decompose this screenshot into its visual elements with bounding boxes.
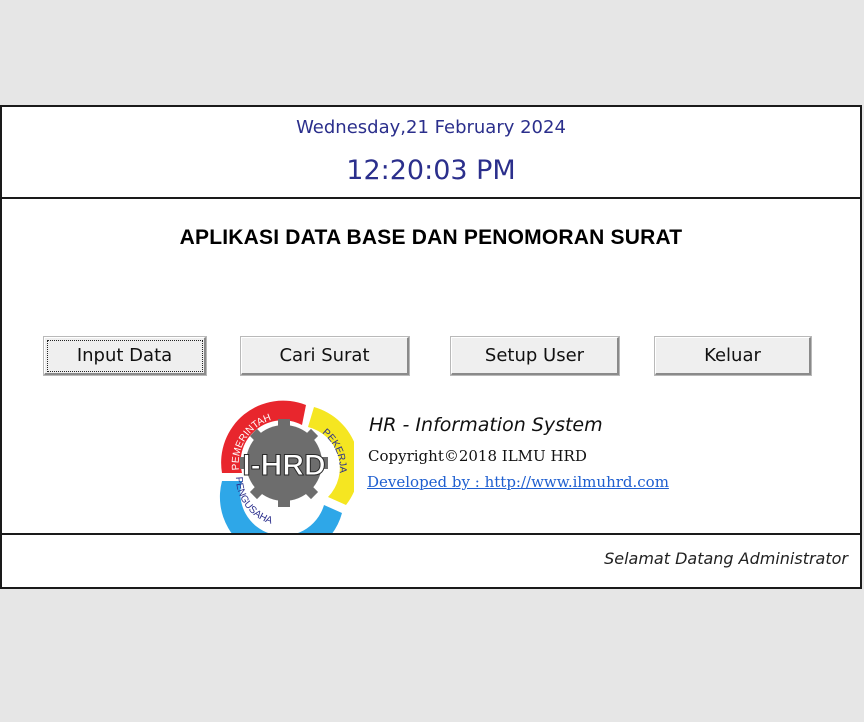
copyright-text: Copyright©2018 ILMU HRD (368, 447, 587, 465)
system-title: HR - Information System (369, 414, 603, 436)
cari-surat-button[interactable]: Cari Surat (241, 337, 409, 375)
current-time: 12:20:03 PM (346, 155, 516, 186)
datetime-header: Wednesday,21 February 2024 12:20:03 PM (2, 107, 860, 199)
current-date: Wednesday,21 February 2024 (296, 117, 566, 138)
developer-link[interactable]: Developed by : http://www.ilmuhrd.com (367, 473, 669, 491)
welcome-message: Selamat Datang Administrator (604, 549, 848, 568)
logo-center-text: I-HRD (242, 449, 325, 482)
keluar-button[interactable]: Keluar (655, 337, 811, 375)
ihrd-logo: I-HRD PEMERINTAH PEKERJA PENGUSAHA (219, 400, 354, 535)
app-title: APLIKASI DATA BASE DAN PENOMORAN SURAT (179, 226, 683, 249)
input-data-button[interactable]: Input Data (44, 337, 206, 375)
status-footer: Selamat Datang Administrator (2, 533, 860, 589)
main-window: Wednesday,21 February 2024 12:20:03 PM A… (0, 105, 862, 589)
setup-user-button[interactable]: Setup User (451, 337, 619, 375)
